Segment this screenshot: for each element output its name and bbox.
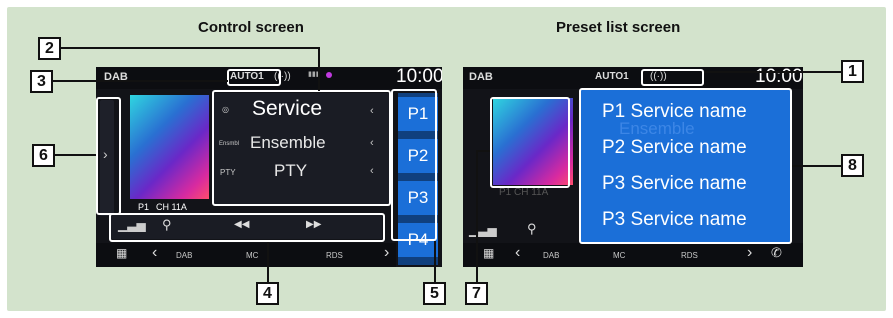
preset-dock-next-icon[interactable]: › — [747, 244, 752, 262]
callout-7: 7 — [465, 282, 488, 305]
info-panel-highlight — [212, 90, 391, 206]
auto-badge-highlight — [227, 69, 281, 86]
antenna-highlight — [641, 69, 704, 86]
preset-dock-mc-label[interactable]: MC — [613, 251, 625, 260]
leader-line — [476, 150, 490, 152]
callout-8: 8 — [841, 154, 864, 177]
control-screen-heading: Control screen — [198, 19, 304, 36]
dock-dab-label[interactable]: DAB — [176, 251, 192, 260]
preset-list-highlight — [579, 88, 792, 244]
dock-prev-icon[interactable]: ‹ — [152, 244, 157, 262]
album-art — [130, 95, 209, 199]
side-tab-highlight — [96, 97, 121, 215]
leader-line — [318, 47, 320, 91]
menu-grid-icon[interactable]: ▦ — [116, 246, 127, 260]
function-bar-highlight — [109, 213, 385, 242]
leader-line — [267, 242, 269, 283]
leader-line — [60, 47, 320, 49]
preset-channel-text: P1 CH 11A — [499, 187, 549, 198]
clock: 10:00 — [396, 67, 442, 87]
callout-2: 2 — [38, 37, 61, 60]
preset-list-heading: Preset list screen — [556, 19, 681, 36]
dock-rds-label[interactable]: RDS — [326, 251, 343, 260]
dock-next-icon[interactable]: › — [384, 244, 389, 262]
channel-preset: P1 — [138, 202, 150, 212]
leader-line — [792, 165, 842, 167]
preset-search-icon[interactable]: ⚲ — [527, 221, 537, 237]
leader-line — [434, 241, 436, 283]
callout-4: 4 — [256, 282, 279, 305]
preset-dock-prev-icon[interactable]: ‹ — [515, 244, 520, 262]
preset-dock-rds-label[interactable]: RDS — [681, 251, 698, 260]
dock-mc-label[interactable]: MC — [246, 251, 258, 260]
preset-dock-bar: ▦ ‹ DAB MC RDS › ✆ — [463, 243, 803, 267]
preset-auto-badge[interactable]: AUTO1 — [595, 71, 629, 82]
dock-bar: ▦ ‹ DAB MC RDS › — [96, 243, 396, 267]
status-dot-icon — [326, 72, 332, 78]
callout-1: 1 — [841, 60, 864, 83]
callout-6: 6 — [32, 144, 55, 167]
leader-line — [52, 80, 228, 82]
preset-column-highlight — [391, 89, 437, 241]
leader-line — [704, 71, 842, 73]
channel-number: CH 11A — [156, 202, 187, 212]
callout-3: 3 — [30, 70, 53, 93]
callout-5: 5 — [423, 282, 446, 305]
preset-source-label: DAB — [469, 71, 493, 83]
leader-line — [476, 150, 478, 283]
preset-dock-dab-label[interactable]: DAB — [543, 251, 559, 260]
preset-equalizer-icon[interactable]: ▁▃▅ — [469, 223, 497, 237]
preset-menu-grid-icon[interactable]: ▦ — [483, 246, 494, 260]
preset-art-highlight — [490, 97, 570, 188]
leader-line — [54, 154, 96, 156]
phone-icon[interactable]: ✆ — [771, 245, 782, 261]
